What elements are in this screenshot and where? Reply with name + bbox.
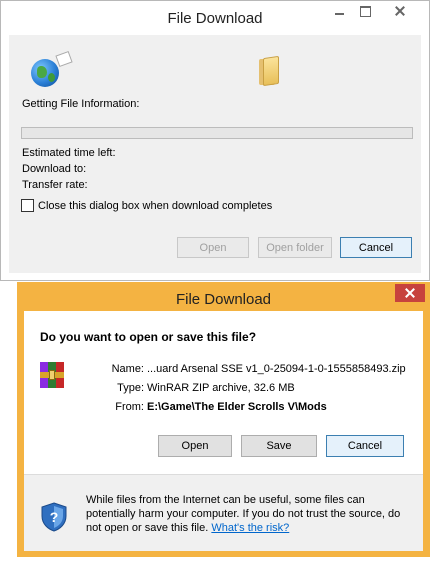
download-progress-bar [21,127,413,139]
open-button[interactable]: Open [177,237,249,258]
type-label: Type: [117,382,144,394]
dialog-body: Getting File Information: Estimated time… [9,35,421,273]
open-button[interactable]: Open [158,435,232,457]
dialog-title: File Download [175,291,272,308]
close-button[interactable] [395,284,425,302]
estimated-time-label: Estimated time left: [22,147,116,159]
download-to-label: Download to: [22,163,87,175]
svg-text:?: ? [50,509,59,525]
security-warning-text: While files from the Internet can be use… [86,493,411,535]
security-warning-footer: ? While files from the Internet can be u… [24,475,423,551]
question-heading: Do you want to open or save this file? [40,330,257,344]
download-progress-dialog: File Download Getting File Information: … [0,0,430,281]
winrar-archive-icon [40,362,64,388]
file-source-value: E:\Game\The Elder Scrolls V\Mods [147,401,327,413]
name-label: Name: [111,363,144,375]
cancel-button[interactable]: Cancel [340,237,412,258]
open-save-dialog: File Download Do you want to open or sav… [17,282,430,557]
close-icon [405,288,415,298]
close-when-done-checkbox[interactable] [21,199,34,212]
from-label: From: [115,401,144,413]
maximize-icon [359,5,371,17]
globe-icon [31,59,59,87]
close-when-done-label[interactable]: Close this dialog box when download comp… [38,200,272,212]
minimize-button[interactable] [326,1,352,21]
file-name-value: ...uard Arsenal SSE v1_0-25094-1-0-15558… [147,363,406,375]
folder-icon [259,55,279,87]
dialog-content: Do you want to open or save this file? N… [24,311,423,551]
open-folder-button[interactable]: Open folder [258,237,332,258]
minimize-icon [334,13,344,15]
security-shield-icon: ? [41,502,67,532]
maximize-button[interactable] [352,1,378,21]
save-button[interactable]: Save [241,435,317,457]
title-bar[interactable]: File Download [1,1,429,35]
status-text: Getting File Information: [22,98,140,110]
cancel-button[interactable]: Cancel [326,435,404,457]
flying-document-icon [55,50,73,68]
file-type-value: WinRAR ZIP archive, 32.6 MB [147,382,295,394]
close-button[interactable] [378,1,422,21]
close-icon [395,6,405,16]
transfer-rate-label: Transfer rate: [22,179,88,191]
whats-the-risk-link[interactable]: What's the risk? [211,522,289,534]
